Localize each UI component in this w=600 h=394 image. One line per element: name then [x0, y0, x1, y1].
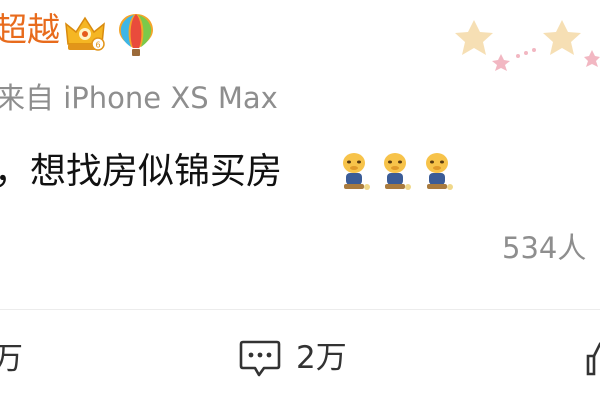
svg-text:6: 6	[95, 41, 100, 50]
balloon-badge-icon	[119, 14, 153, 56]
decorative-stars-icon	[455, 20, 600, 71]
divider	[0, 309, 600, 310]
comment-icon	[239, 340, 281, 377]
username[interactable]: 超越	[0, 10, 60, 50]
like-icon[interactable]	[586, 338, 600, 378]
crown-badge-icon: 6	[65, 16, 105, 51]
doge-sitting-emoji-icon	[426, 153, 453, 190]
comment-button[interactable]: 2万	[238, 336, 347, 380]
post-source: 来自 iPhone XS Max	[0, 81, 278, 115]
doge-sitting-emoji-icon	[343, 153, 370, 190]
doge-sitting-emoji-icon	[384, 153, 411, 190]
repost-count[interactable]: 万	[0, 339, 23, 379]
read-count: 534人	[502, 231, 587, 265]
comment-count: 2万	[296, 340, 347, 376]
post-text: ，想找房似锦买房	[0, 151, 283, 192]
